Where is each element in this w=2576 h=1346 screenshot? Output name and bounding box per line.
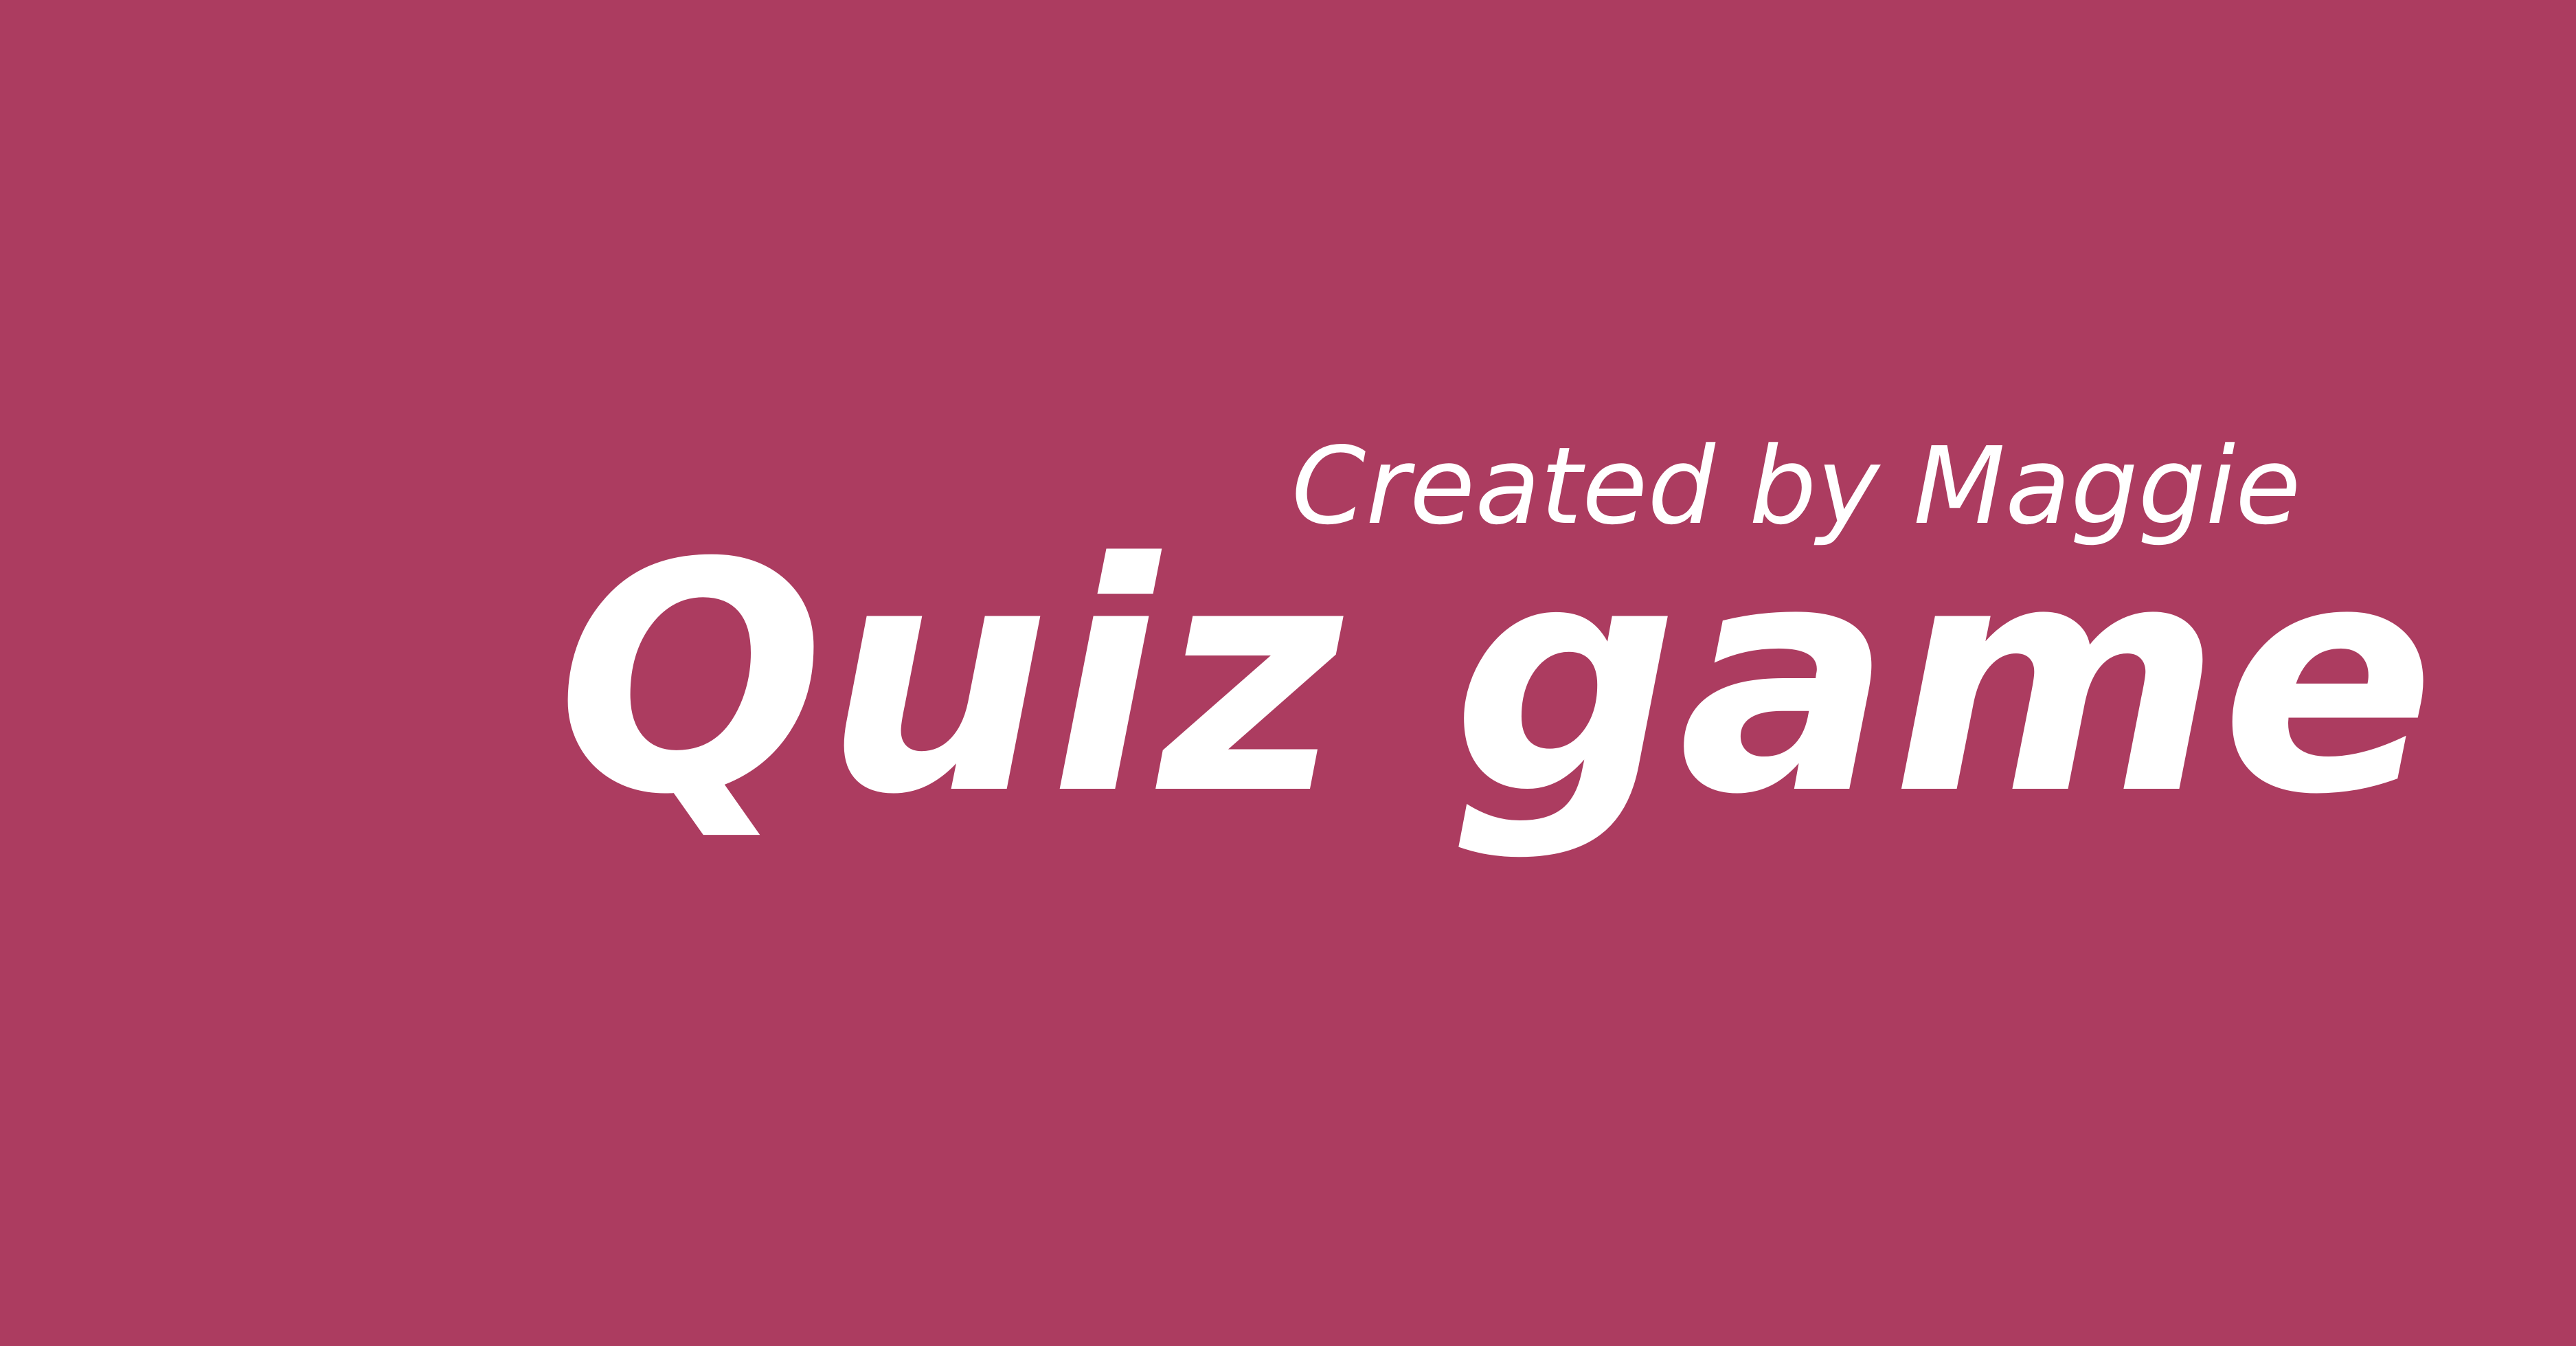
game-title: Quiz game <box>556 496 2436 864</box>
title-screen: Created by Maggie Quiz game <box>0 0 2576 1346</box>
